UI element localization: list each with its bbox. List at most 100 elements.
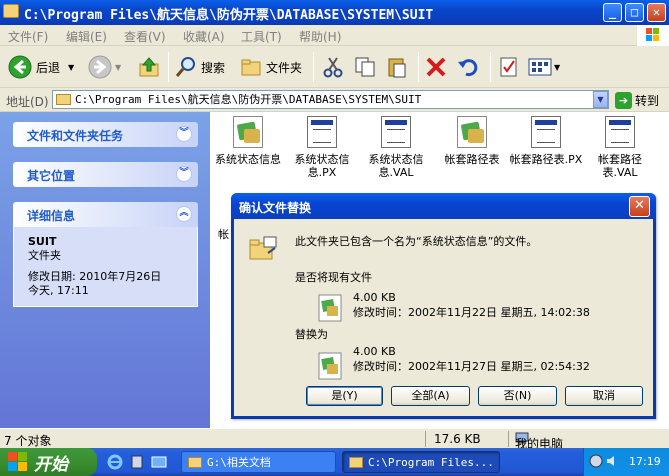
search-button[interactable]: 搜索 [175, 54, 225, 80]
maximize-button[interactable]: □ [625, 3, 644, 22]
menu-view[interactable]: 查看(V) [124, 28, 166, 45]
document-icon [307, 116, 337, 148]
views-icon [528, 58, 552, 76]
start-button[interactable]: 开始 [0, 448, 97, 476]
dialog-title: 确认文件替换 [239, 201, 312, 215]
window-titlebar[interactable]: C:\Program Files\航天信息\防伪开票\DATABASE\SYST… [0, 0, 669, 25]
paste-icon [388, 58, 406, 78]
registry-icon [318, 294, 342, 322]
dialog-close-button[interactable]: ✕ [629, 196, 650, 217]
taskbar-item-label: C:\Program Files... [368, 455, 494, 469]
folders-button[interactable]: 文件夹 [240, 54, 302, 80]
close-button[interactable]: ✕ [647, 3, 666, 22]
menu-favorites[interactable]: 收藏(A) [183, 28, 225, 45]
tray-network-icon[interactable] [589, 454, 603, 468]
copy-icon [355, 57, 375, 77]
go-button[interactable]: ➔ 转到 [615, 90, 659, 110]
menu-edit[interactable]: 编辑(E) [66, 28, 107, 45]
chevron-up-icon[interactable]: ︽ [176, 206, 192, 222]
file-item[interactable]: 系统状态信息.PX [284, 116, 360, 179]
file-name: 帐套路径表.PX [509, 153, 583, 166]
menu-help[interactable]: 帮助(H) [299, 28, 341, 45]
folder-icon [3, 4, 19, 18]
chevron-down-icon[interactable]: ︾ [176, 126, 192, 142]
paste-button[interactable] [386, 54, 408, 80]
dialog-titlebar[interactable]: 确认文件替换 ✕ [231, 193, 656, 219]
other-places-header[interactable]: 其它位置 ︾ [13, 162, 198, 187]
registry-icon [233, 116, 263, 148]
address-dropdown-icon[interactable]: ▼ [593, 91, 608, 108]
views-button[interactable]: ▼ [528, 54, 560, 80]
dialog-question: 是否将现有文件 [295, 271, 372, 284]
back-arrow-icon [8, 55, 32, 79]
file-name: 帐套路径表.VAL [598, 153, 642, 179]
registry-icon [318, 352, 342, 380]
show-desktop-icon[interactable] [151, 454, 167, 470]
taskbar-item[interactable]: G:\相关文档 [181, 451, 336, 473]
details-panel: 详细信息 ︽ SUIT 文件夹 修改日期: 2010年7月26日 今天, 17:… [13, 202, 198, 307]
status-bar: 7 个对象 17.6 KB 我的电脑 [0, 428, 669, 451]
quick-launch [107, 454, 167, 470]
menu-tools[interactable]: 工具(T) [241, 28, 282, 45]
search-label: 搜索 [201, 60, 226, 75]
up-folder-icon [139, 57, 159, 77]
new-file-modified: 修改时间：2002年11月27日 星期三, 02:54:32 [353, 360, 590, 373]
views-dropdown-icon[interactable]: ▼ [554, 63, 560, 72]
yes-to-all-button[interactable]: 全部(A) [391, 386, 470, 406]
status-object-count: 7 个对象 [4, 434, 52, 448]
existing-file-modified: 修改时间：2002年11月22日 星期五, 14:02:38 [353, 306, 590, 319]
back-dropdown-icon[interactable]: ▼ [68, 63, 74, 72]
forward-button[interactable]: ▼ [88, 54, 121, 80]
forward-dropdown-icon[interactable]: ▼ [115, 63, 121, 72]
file-item[interactable]: 帐套路径表.VAL [582, 116, 658, 179]
taskbar-item-active[interactable]: C:\Program Files... [342, 451, 500, 473]
properties-button[interactable] [498, 54, 520, 80]
document-icon [605, 116, 635, 148]
cancel-button[interactable]: 取消 [565, 386, 643, 406]
details-header[interactable]: 详细信息 ︽ [13, 202, 198, 227]
undo-button[interactable] [457, 54, 479, 80]
status-separator [508, 431, 509, 447]
back-button[interactable]: 后退 ▼ [8, 54, 74, 80]
yes-button[interactable]: 是(Y) [306, 386, 383, 406]
forward-arrow-icon [88, 55, 112, 79]
no-button[interactable]: 否(N) [478, 386, 557, 406]
file-item[interactable]: 帐套路径表.PX [508, 116, 584, 166]
tray-volume-icon[interactable] [605, 454, 619, 468]
toolbar-separator [313, 52, 314, 82]
details-body: SUIT 文件夹 修改日期: 2010年7月26日 今天, 17:11 [13, 227, 198, 307]
file-name: 系统状态信息.PX [294, 153, 350, 179]
undo-icon [458, 59, 478, 77]
clock[interactable]: 17:19 [629, 455, 661, 468]
file-name: 系统状态信息 [215, 153, 281, 166]
registry-icon [457, 116, 487, 148]
document-icon [531, 116, 561, 148]
other-places-panel: 其它位置 ︾ [13, 162, 198, 187]
go-label: 转到 [635, 93, 660, 108]
up-folder-button[interactable] [138, 54, 160, 80]
file-item[interactable]: 系统状态信息.VAL [358, 116, 434, 179]
internet-explorer-icon[interactable] [107, 454, 123, 470]
replace-with-label: 替换为 [295, 328, 328, 341]
panel-title: 其它位置 [27, 169, 76, 183]
file-item[interactable]: 系统状态信息 [210, 116, 286, 166]
folder-icon [188, 456, 202, 468]
menu-file[interactable]: 文件(F) [8, 28, 48, 45]
delete-x-icon [426, 57, 446, 77]
toolbar-separator [168, 52, 169, 82]
panel-title: 文件和文件夹任务 [27, 129, 124, 143]
cut-button[interactable] [322, 54, 344, 80]
copy-button[interactable] [354, 54, 376, 80]
panel-title: 详细信息 [27, 209, 76, 223]
toolbar-separator [418, 52, 419, 82]
partial-file-label[interactable]: 帐 [218, 226, 229, 242]
media-player-icon[interactable] [129, 454, 145, 470]
file-item[interactable]: 帐套路径表 [434, 116, 510, 166]
taskbar: 开始 G:\相关文档 C:\Program Files... 17:19 [0, 448, 669, 476]
minimize-button[interactable]: _ [603, 3, 622, 22]
folders-icon [241, 59, 261, 76]
delete-button[interactable] [425, 54, 447, 80]
file-folder-tasks-header[interactable]: 文件和文件夹任务 ︾ [13, 122, 198, 147]
chevron-down-icon[interactable]: ︾ [176, 166, 192, 182]
address-input[interactable]: C:\Program Files\航天信息\防伪开票\DATABASE\SYST… [52, 90, 609, 109]
